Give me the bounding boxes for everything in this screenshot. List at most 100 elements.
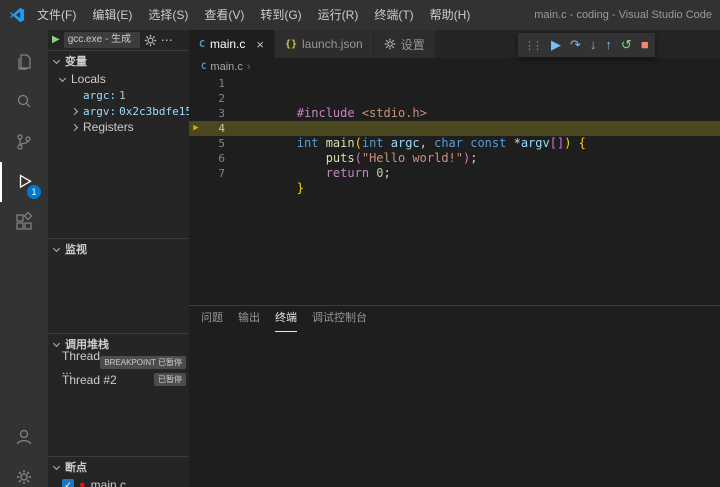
breadcrumb-file[interactable]: main.c: [210, 61, 242, 73]
editor-group: C main.c × {} launch.json 设置 ⋮⋮ ▶ ↷ ↓ ↑ ↺ ■ C…: [189, 30, 720, 305]
code-line[interactable]: ▶ 7: [189, 166, 720, 181]
panel-tab[interactable]: 输出: [238, 306, 260, 332]
variable-name: argc:: [83, 89, 116, 102]
pause-reason-badge: 已暂停: [154, 373, 186, 386]
registers-label: Registers: [83, 120, 134, 134]
c-file-icon: C: [199, 39, 205, 50]
menu-item[interactable]: 终端(T): [366, 0, 421, 30]
restart-button[interactable]: ↺: [621, 33, 632, 57]
variables-section-header[interactable]: 变量: [48, 51, 189, 71]
source-control-icon[interactable]: [0, 122, 48, 162]
terminal-row: Pid-cuqy1abn.dco' '--dbgExe=C:\msys64\mi…: [198, 474, 720, 487]
launch-config-gear-button[interactable]: [144, 34, 157, 47]
variables-list: argc: 1 argv: 0x2c3bdfe15e0: [48, 87, 189, 119]
tab-launch-json[interactable]: {} launch.json: [275, 30, 374, 58]
panel-tab[interactable]: 问题: [201, 306, 223, 332]
code-token: *: [514, 136, 521, 150]
editor-tab-bar: C main.c × {} launch.json 设置 ⋮⋮ ▶ ↷ ↓ ↑ ↺ ■: [189, 30, 720, 58]
close-icon[interactable]: ×: [256, 38, 264, 51]
code-line[interactable]: ▶ 1 #include <stdio.h>: [189, 76, 720, 91]
code-line[interactable]: ▶ 3 int main(int argc, char const *argv[…: [189, 106, 720, 121]
registers-group[interactable]: Registers: [48, 119, 189, 135]
line-text: }: [225, 151, 311, 166]
breakpoint-row[interactable]: ✓ ● main.c: [48, 477, 189, 487]
code-line[interactable]: ▶ 2: [189, 91, 720, 106]
code-token: (: [355, 151, 362, 165]
c-file-icon: C: [201, 62, 206, 72]
expand-chevron-icon[interactable]: [71, 107, 78, 114]
tab-label: main.c: [210, 37, 245, 51]
line-text: return 0;: [225, 136, 391, 151]
search-icon[interactable]: [0, 82, 48, 122]
debug-sidebar: ▶ gcc.exe - 生成 ⋯ 变量 Locals argc: 1 argv:…: [48, 30, 189, 487]
code-line[interactable]: ▶ 4 puts("Hello world!");: [189, 121, 720, 136]
code-token: ;: [384, 166, 391, 180]
debug-buttons: ▶ ↷ ↓ ↑ ↺ ■: [551, 33, 649, 57]
account-icon[interactable]: [0, 417, 48, 457]
breakpoint-dot-icon: ●: [79, 479, 86, 487]
continue-button[interactable]: ▶: [551, 33, 561, 57]
gear-icon: [384, 38, 396, 50]
line-number: 3: [203, 106, 225, 121]
breakpoints-section-header[interactable]: 断点: [48, 457, 189, 477]
drag-handle-icon[interactable]: ⋮⋮: [524, 39, 540, 52]
panel-tab[interactable]: 调试控制台: [312, 306, 367, 332]
menu-item[interactable]: 转到(G): [252, 0, 309, 30]
chevron-down-icon: [53, 339, 60, 346]
variable-name: argv:: [83, 105, 116, 118]
breakpoint-checkbox[interactable]: ✓: [62, 479, 74, 487]
terminal[interactable]: 尝试新的跨平台 PowerShell https://aka.ms/pscore…: [189, 332, 720, 487]
breadcrumb[interactable]: C main.c ›: [189, 58, 720, 76]
thread-row[interactable]: Thread #2 已暂停: [48, 371, 189, 388]
step-over-button[interactable]: ↷: [570, 33, 581, 57]
panel-tab[interactable]: 终端: [275, 306, 297, 332]
menu-item[interactable]: 帮助(H): [422, 0, 479, 30]
locals-label: Locals: [71, 72, 106, 86]
chevron-down-icon: [53, 56, 60, 63]
locals-group[interactable]: Locals: [48, 71, 189, 87]
menu-item[interactable]: 查看(V): [196, 0, 252, 30]
code-area[interactable]: ▶ 1 #include <stdio.h> ▶ 2 ▶ 3 int main(…: [189, 76, 720, 181]
step-out-button[interactable]: ↑: [605, 33, 612, 57]
chevron-down-icon: [59, 74, 66, 81]
tab-settings[interactable]: 设置: [374, 30, 436, 58]
debug-config-select[interactable]: gcc.exe - 生成: [64, 32, 140, 48]
explorer-icon[interactable]: [0, 42, 48, 82]
variable-value: 1: [119, 89, 126, 102]
window-title: main.c - coding - Visual Studio Code: [534, 0, 712, 30]
terminal-row: [198, 386, 720, 399]
tab-label: launch.json: [302, 37, 363, 51]
menu-item[interactable]: 文件(F): [29, 0, 84, 30]
variable-row[interactable]: argc: 1: [48, 87, 189, 103]
activity-bar: 1: [0, 30, 48, 487]
start-debug-button[interactable]: ▶: [52, 30, 60, 50]
json-file-icon: {}: [285, 39, 297, 50]
line-number: 7: [203, 166, 225, 181]
menu-item[interactable]: 选择(S): [140, 0, 196, 30]
bottom-panel: 问题输出终端调试控制台 尝试新的跨平台 PowerShell https://a…: [189, 305, 720, 487]
line-text: puts("Hello world!");: [225, 121, 477, 136]
manage-gear-icon[interactable]: [0, 457, 48, 487]
thread-row[interactable]: Thread ... BREAKPOINT 已暂停: [48, 354, 189, 371]
terminal-row: rosoft-MIEngine-In-sdi3lzwf.xo4' '--stdo…: [198, 411, 720, 424]
thread-list: Thread ... BREAKPOINT 已暂停 Thread #2 已暂停: [48, 354, 189, 388]
variable-value: 0x2c3bdfe15e0: [119, 105, 189, 118]
tab-main-c[interactable]: C main.c ×: [189, 30, 275, 58]
views-more-button[interactable]: ⋯: [161, 30, 173, 50]
run-debug-icon[interactable]: 1: [0, 162, 48, 202]
terminal-row: rosoft-MIEngine-In-z4wwzkab.fch' '--stdo…: [198, 461, 720, 474]
step-into-button[interactable]: ↓: [590, 33, 597, 57]
variable-row[interactable]: argv: 0x2c3bdfe15e0: [48, 103, 189, 119]
line-text: [225, 91, 311, 106]
panel-tab-bar: 问题输出终端调试控制台: [189, 306, 720, 332]
menu-item[interactable]: 编辑(E): [84, 0, 140, 30]
menu-item[interactable]: 运行(R): [310, 0, 367, 30]
stop-button[interactable]: ■: [641, 33, 649, 57]
extensions-icon[interactable]: [0, 202, 48, 242]
code-token: {: [571, 136, 585, 150]
title-bar: 文件(F)编辑(E)选择(S)查看(V)转到(G)运行(R)终端(T)帮助(H)…: [0, 0, 720, 30]
watch-section-header[interactable]: 监视: [48, 239, 189, 259]
line-text: int main(int argc, char const *argv[]) {: [225, 106, 586, 121]
line-text: #include <stdio.h>: [225, 76, 427, 91]
code-token: ,: [420, 136, 434, 150]
